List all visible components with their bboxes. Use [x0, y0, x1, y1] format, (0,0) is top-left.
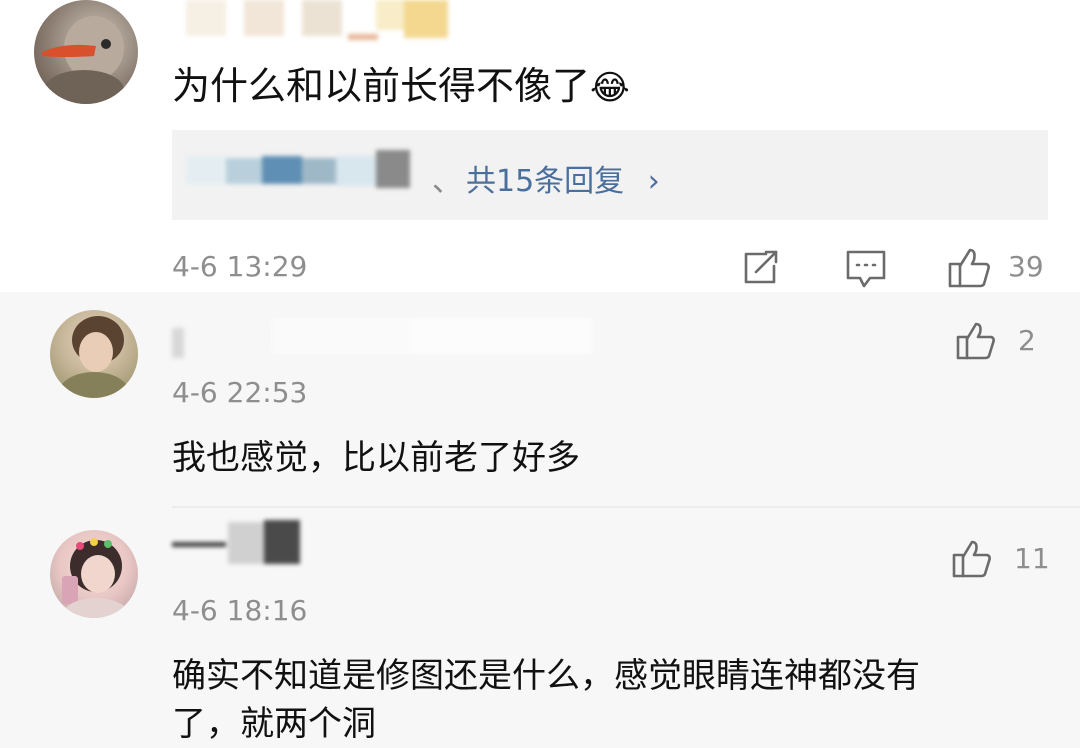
- like-count: 11: [1014, 542, 1050, 575]
- reply-usernames-redacted: [186, 150, 426, 190]
- reply-avatar[interactable]: [50, 530, 138, 618]
- user-avatar[interactable]: [34, 0, 138, 104]
- reply-username-redacted: [172, 318, 592, 358]
- laughing-emoji-icon: 😂: [590, 68, 630, 108]
- chevron-right-icon: ›: [647, 164, 660, 199]
- share-icon[interactable]: [742, 250, 782, 286]
- reply-text: 我也感觉，比以前老了好多: [172, 438, 580, 478]
- reply-timestamp: 4-6 18:16: [172, 594, 308, 627]
- reply-text: 确实不知道是修图还是什么，感觉眼睛连神都没有 了，就两个洞: [172, 652, 920, 748]
- thumbs-up-icon[interactable]: [952, 540, 992, 578]
- view-replies-link[interactable]: 共15条回复 ›: [466, 156, 660, 200]
- reply-avatar[interactable]: [50, 310, 138, 398]
- avatar-image: [58, 316, 130, 398]
- reply-text-line: 确实不知道是修图还是什么，感觉眼睛连神都没有: [172, 656, 920, 696]
- reply-separator: 、: [432, 164, 462, 199]
- thumbs-up-icon[interactable]: [956, 322, 996, 360]
- avatar-image: [42, 16, 124, 104]
- comment-icon[interactable]: [846, 250, 886, 290]
- username-redacted: [156, 0, 456, 40]
- like-count: 2: [1018, 324, 1036, 357]
- reply-divider: [172, 506, 1080, 508]
- like-count: 39: [1008, 250, 1044, 283]
- comment-timestamp: 4-6 13:29: [172, 250, 308, 283]
- avatar-image: [62, 538, 130, 618]
- reply-username-redacted: [172, 518, 322, 574]
- reply-timestamp: 4-6 22:53: [172, 376, 308, 409]
- comment-text: 为什么和以前长得不像了😂: [172, 64, 630, 108]
- thumbs-up-icon[interactable]: [948, 248, 992, 288]
- reply-text-line: 了，就两个洞: [172, 704, 376, 744]
